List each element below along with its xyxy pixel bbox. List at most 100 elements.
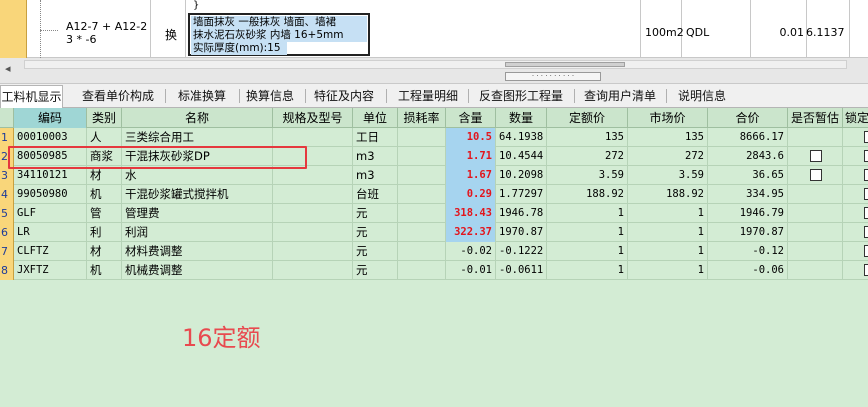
header-category[interactable]: 类别 [87, 108, 122, 128]
estimate-checkbox[interactable] [810, 169, 822, 181]
loss-rate-cell[interactable] [398, 242, 446, 261]
header-base-price[interactable]: 定额价 [547, 108, 628, 128]
content-cell[interactable]: 318.43 [446, 204, 496, 223]
tab-quantity-detail[interactable]: 工程量明细 [394, 85, 462, 107]
market-price-cell[interactable]: 272 [628, 147, 708, 166]
category-cell[interactable]: 机 [87, 261, 122, 280]
header-content[interactable]: 含量 [446, 108, 496, 128]
loss-rate-cell[interactable] [398, 185, 446, 204]
base-price-cell[interactable]: 1 [547, 223, 628, 242]
unit-cell[interactable]: 台班 [353, 185, 398, 204]
total-cell[interactable]: 8666.17 [708, 128, 788, 147]
header-total[interactable]: 合价 [708, 108, 788, 128]
amount-cell[interactable]: 1946.78 [496, 204, 547, 223]
spec-cell[interactable] [273, 128, 353, 147]
lock-checkbox[interactable] [864, 188, 868, 200]
header-amount[interactable]: 数量 [496, 108, 547, 128]
estimate-cell[interactable] [788, 261, 843, 280]
total-cell[interactable]: 1946.79 [708, 204, 788, 223]
base-price-cell[interactable]: 272 [547, 147, 628, 166]
header-name[interactable]: 名称 [122, 108, 273, 128]
lock-checkbox[interactable] [864, 264, 868, 276]
unit-cell[interactable]: 元 [353, 204, 398, 223]
market-price-cell[interactable]: 1 [628, 223, 708, 242]
spec-cell[interactable] [273, 261, 353, 280]
header-code[interactable]: 编码 [14, 108, 87, 128]
estimate-cell[interactable] [788, 128, 843, 147]
amount-cell[interactable]: 10.2098 [496, 166, 547, 185]
spec-cell[interactable] [273, 185, 353, 204]
table-row[interactable]: 7 CLFTZ 材材料费调整元 -0.02 -0.1222 1 1 -0.12 [0, 242, 868, 261]
header-lock[interactable]: 锁定 [843, 108, 868, 128]
unit-cell[interactable]: 工日 [353, 128, 398, 147]
total-cell[interactable]: 1970.87 [708, 223, 788, 242]
category-cell[interactable]: 材 [87, 242, 122, 261]
tab-unit-price-composition[interactable]: 查看单价构成 [78, 85, 158, 107]
header-loss-rate[interactable]: 损耗率 [398, 108, 446, 128]
market-price-cell[interactable]: 1 [628, 242, 708, 261]
category-cell[interactable]: 机 [87, 185, 122, 204]
header-estimate[interactable]: 是否暂估 [788, 108, 843, 128]
unit-cell[interactable]: 元 [353, 261, 398, 280]
code-cell[interactable]: LR [14, 223, 87, 242]
content-cell[interactable]: 322.37 [446, 223, 496, 242]
content-cell[interactable]: 1.71 [446, 147, 496, 166]
base-price-cell[interactable]: 135 [547, 128, 628, 147]
market-price-cell[interactable]: 188.92 [628, 185, 708, 204]
base-price-cell[interactable]: 188.92 [547, 185, 628, 204]
tab-labor-material-machine[interactable]: 工料机显示 [0, 85, 63, 109]
total-cell[interactable]: 36.65 [708, 166, 788, 185]
loss-rate-cell[interactable] [398, 261, 446, 280]
table-row[interactable]: 5 GLF 管管理费元 318.43 1946.78 1 1 1946.79 [0, 204, 868, 223]
quota-row[interactable]: } A12-7 + A12-2 3 * -6 换 墙面抹灰 一般抹灰 墙面、墙裙… [0, 0, 868, 58]
total-cell[interactable]: -0.06 [708, 261, 788, 280]
lock-checkbox[interactable] [864, 207, 868, 219]
category-cell[interactable]: 利 [87, 223, 122, 242]
market-price-cell[interactable]: 3.59 [628, 166, 708, 185]
spec-cell[interactable] [273, 204, 353, 223]
unit-cell[interactable]: m3 [353, 147, 398, 166]
code-cell[interactable]: JXFTZ [14, 261, 87, 280]
loss-rate-cell[interactable] [398, 128, 446, 147]
amount-cell[interactable]: -0.0611 [496, 261, 547, 280]
base-price-cell[interactable]: 1 [547, 261, 628, 280]
header-unit[interactable]: 单位 [353, 108, 398, 128]
name-cell[interactable]: 三类综合用工 [122, 128, 273, 147]
content-cell[interactable]: 0.29 [446, 185, 496, 204]
table-row[interactable]: 4 99050980 机干混砂浆罐式搅拌机 台班 0.29 1.77297 188.92 18… [0, 185, 868, 204]
splitter-grip-icon[interactable]: · · · · · · · · · · [505, 72, 601, 81]
base-price-cell[interactable]: 3.59 [547, 166, 628, 185]
name-cell[interactable]: 利润 [122, 223, 273, 242]
loss-rate-cell[interactable] [398, 223, 446, 242]
amount-cell[interactable]: 1.77297 [496, 185, 547, 204]
total-cell[interactable]: 334.95 [708, 185, 788, 204]
tab-standard-conversion[interactable]: 标准换算 [170, 85, 234, 107]
scrollbar-thumb[interactable] [505, 62, 625, 67]
name-cell[interactable]: 管理费 [122, 204, 273, 223]
table-row[interactable]: 1 00010003 人三类综合用工 工日 10.5 64.1938 135 135 8666.… [0, 128, 868, 147]
horizontal-scrollbar[interactable] [24, 60, 847, 69]
code-cell[interactable]: 00010003 [14, 128, 87, 147]
content-cell[interactable]: -0.02 [446, 242, 496, 261]
tab-features-content[interactable]: 特征及内容 [311, 85, 377, 107]
estimate-cell[interactable] [788, 185, 843, 204]
tab-query-user-list[interactable]: 查询用户清单 [580, 85, 660, 107]
tab-reverse-graphic-quantity[interactable]: 反查图形工程量 [475, 85, 567, 107]
tab-description-info[interactable]: 说明信息 [673, 85, 731, 107]
estimate-cell[interactable] [788, 223, 843, 242]
unit-cell[interactable]: 元 [353, 223, 398, 242]
market-price-cell[interactable]: 1 [628, 261, 708, 280]
spec-cell[interactable] [273, 223, 353, 242]
quota-name-editor[interactable]: 墙面抹灰 一般抹灰 墙面、墙裙 抹水泥石灰砂浆 内墙 16+5mm 实际厚度(m… [188, 13, 370, 56]
panel-splitter[interactable]: ◂ · · · · · · · · · · [0, 58, 868, 84]
name-cell[interactable]: 机械费调整 [122, 261, 273, 280]
unit-cell[interactable]: 元 [353, 242, 398, 261]
header-spec[interactable]: 规格及型号 [273, 108, 353, 128]
tab-conversion-info[interactable]: 换算信息 [243, 85, 297, 107]
lock-checkbox[interactable] [864, 245, 868, 257]
code-cell[interactable]: GLF [14, 204, 87, 223]
base-price-cell[interactable]: 1 [547, 204, 628, 223]
lock-checkbox[interactable] [864, 131, 868, 143]
estimate-cell[interactable] [788, 204, 843, 223]
total-cell[interactable]: -0.12 [708, 242, 788, 261]
